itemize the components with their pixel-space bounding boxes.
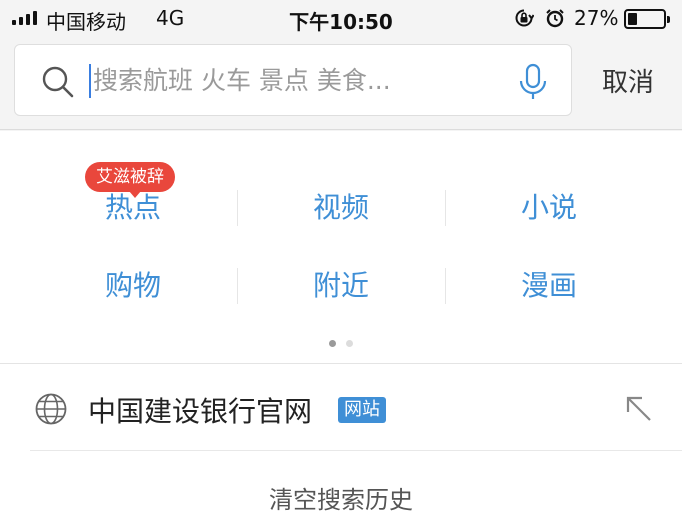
history-item[interactable]: 中国建设银行官网 网站: [0, 364, 682, 450]
status-bar: 中国移动 4G 下午10:50 27%: [0, 0, 682, 36]
cancel-button[interactable]: 取消: [588, 62, 668, 99]
column-divider: [445, 268, 446, 304]
fill-query-arrow-icon[interactable]: [624, 394, 654, 424]
microphone-icon[interactable]: [515, 63, 551, 101]
hot-topic-badge[interactable]: 艾滋被辞: [85, 162, 175, 198]
website-badge: 网站: [338, 397, 386, 423]
column-divider: [237, 268, 238, 304]
category-video[interactable]: 视频: [237, 178, 445, 238]
search-icon: [42, 66, 74, 98]
battery-level-fill: [628, 13, 637, 25]
text-cursor: [89, 64, 91, 98]
search-box[interactable]: [14, 44, 572, 116]
category-comics[interactable]: 漫画: [445, 256, 653, 316]
search-input[interactable]: [89, 59, 499, 101]
page-indicator-dot: [346, 340, 353, 347]
rotation-lock-icon: [515, 9, 534, 27]
battery-icon: [624, 9, 670, 29]
globe-icon: [35, 393, 67, 425]
battery-percent: 27%: [574, 6, 619, 30]
category-panel: 热点 视频 小说 购物 附近 漫画 艾滋被辞: [0, 131, 682, 363]
column-divider: [237, 190, 238, 226]
column-divider: [445, 190, 446, 226]
search-history: 中国建设银行官网 网站 清空搜索历史: [0, 363, 682, 520]
screen: 中国移动 4G 下午10:50 27% 搜索航班 火车 景点 美食... 取消 …: [0, 0, 682, 520]
history-item-title: 中国建设银行官网: [88, 395, 313, 428]
category-nearby[interactable]: 附近: [237, 256, 445, 316]
page-indicator-dot: [329, 340, 336, 347]
category-shopping[interactable]: 购物: [29, 256, 237, 316]
history-divider: [30, 450, 682, 451]
search-header: 取消: [0, 36, 682, 130]
clear-history-button[interactable]: 清空搜索历史: [0, 480, 682, 515]
category-novel[interactable]: 小说: [445, 178, 653, 238]
alarm-icon: [546, 9, 564, 28]
